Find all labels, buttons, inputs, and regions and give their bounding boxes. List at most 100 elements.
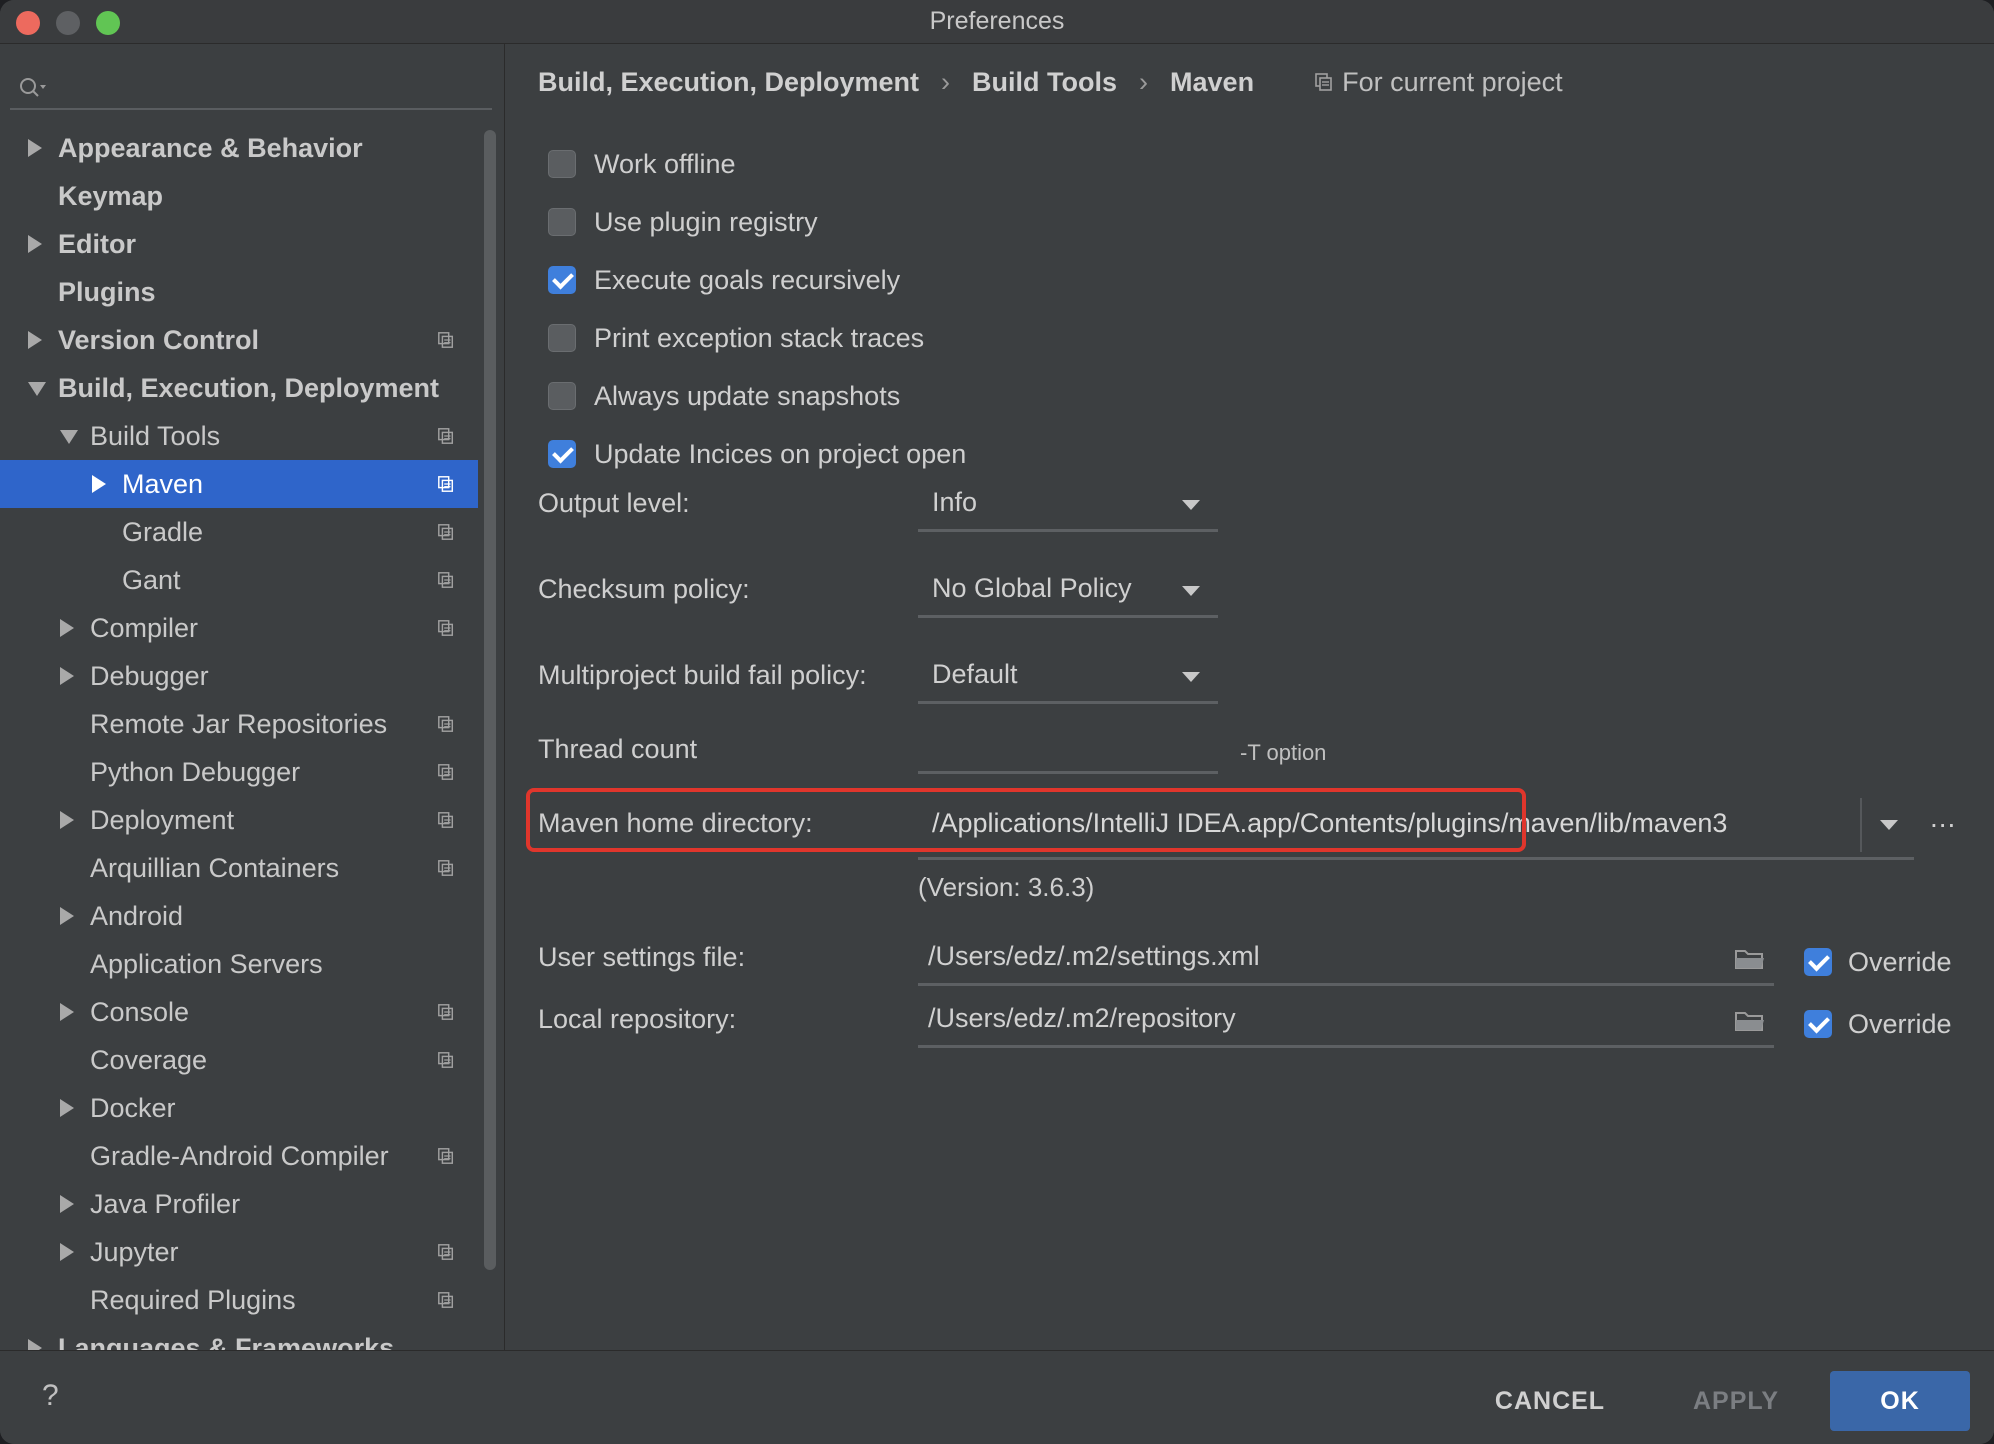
user-settings-override-checkbox[interactable]: Override — [1804, 942, 1952, 982]
checkbox-box[interactable] — [548, 440, 576, 468]
print-exception-stack-traces-checkbox[interactable]: Print exception stack traces — [548, 318, 924, 358]
checkbox-box[interactable] — [548, 208, 576, 236]
checkbox-box[interactable] — [548, 382, 576, 410]
checksum-policy-select[interactable]: No Global Policy — [918, 562, 1218, 618]
user-settings-input[interactable]: /Users/edz/.m2/settings.xml — [918, 930, 1774, 986]
sidebar-item-compiler[interactable]: Compiler — [0, 604, 478, 652]
sidebar-item-build-execution-deployment[interactable]: Build, Execution, Deployment — [0, 364, 478, 412]
chevron-right-icon[interactable] — [92, 475, 106, 493]
sidebar-item-coverage[interactable]: Coverage — [0, 1036, 478, 1084]
chevron-right-icon[interactable] — [28, 331, 42, 349]
chevron-right-icon[interactable] — [60, 907, 74, 925]
search-input[interactable] — [10, 64, 492, 110]
sidebar-scrollbar[interactable] — [484, 130, 496, 1270]
chevron-down-icon[interactable] — [1880, 820, 1898, 830]
sidebar-item-java-profiler[interactable]: Java Profiler — [0, 1180, 478, 1228]
search-icon — [20, 78, 46, 97]
project-scope-text: For current project — [1342, 66, 1563, 97]
chevron-right-icon[interactable] — [60, 1195, 74, 1213]
folder-icon[interactable] — [1734, 1008, 1766, 1034]
breadcrumb-separator: › — [1139, 66, 1149, 97]
maximize-window-button[interactable] — [96, 11, 120, 35]
chevron-right-icon[interactable] — [60, 1243, 74, 1261]
sidebar-item-python-debugger[interactable]: Python Debugger — [0, 748, 478, 796]
sidebar-item-application-servers[interactable]: Application Servers — [0, 940, 478, 988]
thread-count-input[interactable] — [918, 724, 1218, 774]
sidebar-item-deployment[interactable]: Deployment — [0, 796, 478, 844]
annotation-highlight-box — [526, 788, 1526, 852]
chevron-right-icon[interactable] — [60, 619, 74, 637]
sidebar-item-plugins[interactable]: Plugins — [0, 268, 478, 316]
local-repository-override-checkbox[interactable]: Override — [1804, 1004, 1952, 1044]
sidebar-item-label: Required Plugins — [90, 1284, 296, 1315]
chevron-right-icon[interactable] — [60, 1003, 74, 1021]
use-plugin-registry-checkbox[interactable]: Use plugin registry — [548, 202, 818, 242]
settings-tree: Appearance & Behavior Keymap Editor Plugins… — [0, 124, 478, 1350]
chevron-right-icon[interactable] — [60, 1099, 74, 1117]
project-level-icon — [438, 812, 454, 828]
always-update-snapshots-checkbox[interactable]: Always update snapshots — [548, 376, 900, 416]
project-level-icon — [438, 524, 454, 540]
sidebar-item-debugger[interactable]: Debugger — [0, 652, 478, 700]
multiproject-policy-label: Multiproject build fail policy: — [538, 660, 867, 690]
sidebar-item-jupyter[interactable]: Jupyter — [0, 1228, 478, 1276]
chevron-right-icon[interactable] — [28, 139, 42, 157]
output-level-value: Info — [932, 487, 978, 517]
update-indices-checkbox[interactable]: Update Incices on project open — [548, 434, 966, 474]
sidebar-item-build-tools[interactable]: Build Tools — [0, 412, 478, 460]
checkbox-box[interactable] — [548, 324, 576, 352]
sidebar-item-docker[interactable]: Docker — [0, 1084, 478, 1132]
work-offline-checkbox[interactable]: Work offline — [548, 144, 736, 184]
local-repository-input[interactable]: /Users/edz/.m2/repository — [918, 992, 1774, 1048]
ok-button[interactable]: OK — [1830, 1371, 1970, 1431]
sidebar-item-gradle-android-compiler[interactable]: Gradle-Android Compiler — [0, 1132, 478, 1180]
sidebar-item-version-control[interactable]: Version Control — [0, 316, 478, 364]
multiproject-policy-select[interactable]: Default — [918, 648, 1218, 704]
output-level-select[interactable]: Info — [918, 476, 1218, 532]
local-repository-value: /Users/edz/.m2/repository — [928, 1003, 1236, 1033]
checkbox-box[interactable] — [548, 150, 576, 178]
chevron-down-icon — [1182, 586, 1200, 596]
sidebar-item-maven[interactable]: Maven — [0, 460, 478, 508]
project-level-icon — [438, 764, 454, 780]
help-button[interactable]: ? — [42, 1379, 59, 1413]
sidebar-item-label: Plugins — [58, 276, 156, 307]
chevron-down-icon[interactable] — [28, 382, 46, 396]
sidebar-item-label: Appearance & Behavior — [58, 132, 363, 163]
sidebar-item-remote-jar-repositories[interactable]: Remote Jar Repositories — [0, 700, 478, 748]
sidebar-item-appearance-behavior[interactable]: Appearance & Behavior — [0, 124, 478, 172]
override-label: Override — [1848, 1008, 1952, 1039]
sidebar-item-label: Build, Execution, Deployment — [58, 372, 440, 403]
cancel-button[interactable]: CANCEL — [1470, 1371, 1630, 1431]
sidebar-item-android[interactable]: Android — [0, 892, 478, 940]
checkbox-label: Work offline — [594, 148, 736, 179]
folder-icon[interactable] — [1734, 946, 1766, 972]
chevron-right-icon[interactable] — [28, 235, 42, 253]
local-repository-label: Local repository: — [538, 1004, 737, 1034]
sidebar-item-gant[interactable]: Gant — [0, 556, 478, 604]
sidebar-item-keymap[interactable]: Keymap — [0, 172, 478, 220]
sidebar-item-languages-frameworks[interactable]: Languages & Frameworks — [0, 1324, 478, 1350]
chevron-down-icon[interactable] — [60, 430, 78, 444]
sidebar-item-console[interactable]: Console — [0, 988, 478, 1036]
apply-button[interactable]: APPLY — [1656, 1371, 1816, 1431]
chevron-right-icon[interactable] — [60, 667, 74, 685]
breadcrumb-item-build-tools[interactable]: Build Tools — [972, 67, 1117, 98]
sidebar-item-arquillian-containers[interactable]: Arquillian Containers — [0, 844, 478, 892]
chevron-right-icon[interactable] — [28, 1339, 42, 1350]
execute-goals-recursively-checkbox[interactable]: Execute goals recursively — [548, 260, 900, 300]
sidebar-item-required-plugins[interactable]: Required Plugins — [0, 1276, 478, 1324]
breadcrumb-item-build-execution[interactable]: Build, Execution, Deployment — [538, 67, 919, 98]
checkbox-box[interactable] — [1804, 1010, 1832, 1038]
sidebar-item-gradle[interactable]: Gradle — [0, 508, 478, 556]
checkbox-box[interactable] — [1804, 948, 1832, 976]
sidebar-item-label: Gradle-Android Compiler — [90, 1140, 389, 1171]
checkbox-label: Execute goals recursively — [594, 264, 901, 295]
minimize-window-button[interactable] — [56, 11, 80, 35]
close-window-button[interactable] — [16, 11, 40, 35]
checksum-policy-value: No Global Policy — [932, 573, 1132, 603]
checkbox-box[interactable] — [548, 266, 576, 294]
browse-maven-home-button[interactable]: ... — [1930, 802, 1956, 834]
chevron-right-icon[interactable] — [60, 811, 74, 829]
sidebar-item-editor[interactable]: Editor — [0, 220, 478, 268]
